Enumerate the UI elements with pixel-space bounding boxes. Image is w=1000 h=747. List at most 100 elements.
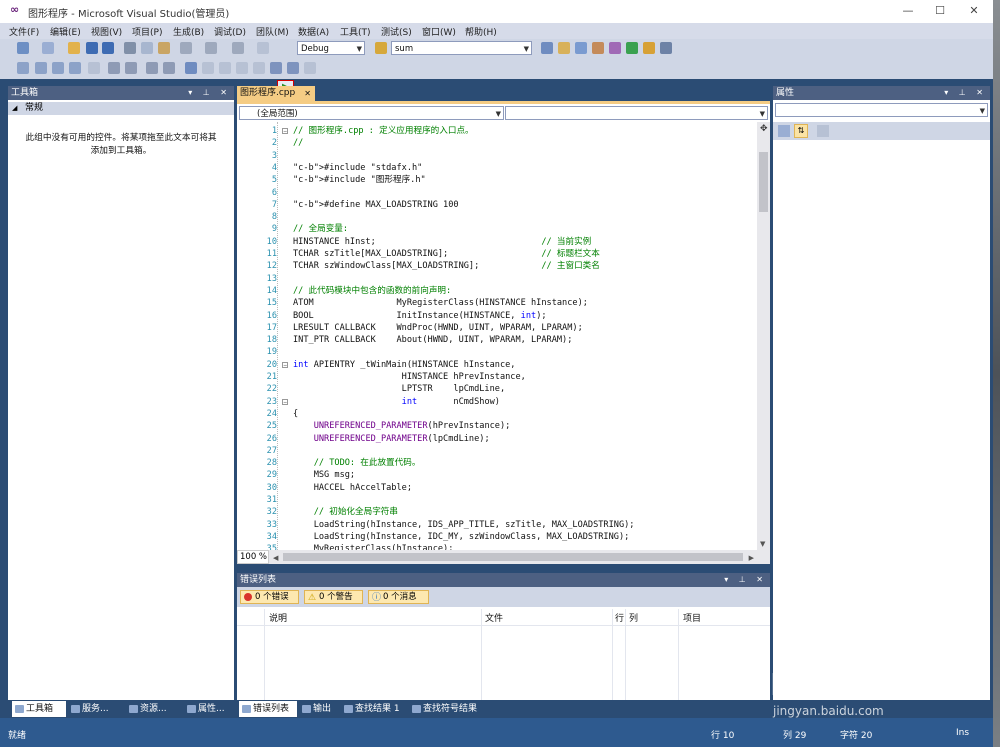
alphabetical-icon[interactable]: ⇅ <box>794 124 808 138</box>
code-text[interactable]: LoadString(hInstance, IDS_APP_TITLE, szT… <box>293 519 635 531</box>
comment-out-icon[interactable] <box>146 62 158 74</box>
code-text[interactable]: UNREFERENCED_PARAMETER(hPrevInstance); <box>293 420 511 432</box>
menu-build[interactable]: 生成(B) <box>173 25 204 38</box>
display-object-member-list-icon[interactable] <box>17 62 29 74</box>
extension-manager-icon[interactable] <box>643 42 655 54</box>
object-browser-icon[interactable] <box>575 42 587 54</box>
menu-edit[interactable]: 编辑(E) <box>50 25 81 38</box>
code-text[interactable]: "c-b">#include "图形程序.h" <box>293 174 426 186</box>
code-text[interactable]: ATOM MyRegisterClass(HINSTANCE hInstance… <box>293 297 588 309</box>
bookmark-window-icon[interactable] <box>287 62 299 74</box>
menu-project[interactable]: 项目(P) <box>132 25 162 38</box>
close-button[interactable]: ✕ <box>959 3 989 19</box>
code-text[interactable]: LRESULT CALLBACK WndProc(HWND, UINT, WPA… <box>293 322 583 334</box>
editor-horizontal-scrollbar[interactable]: 100 % ◀ ▶ <box>237 550 770 564</box>
warnings-filter-button[interactable]: ⚠ 0 个警告 <box>304 590 363 604</box>
panel-window-buttons[interactable]: ▾ ⊥ ✕ <box>724 573 767 587</box>
scroll-thumb[interactable] <box>759 152 768 212</box>
maximize-button[interactable]: ☐ <box>925 3 955 19</box>
scroll-down-icon[interactable]: ▼ <box>760 540 765 548</box>
errors-filter-button[interactable]: 0 个错误 <box>240 590 299 604</box>
solution-explorer-icon[interactable] <box>541 42 553 54</box>
add-item-icon[interactable] <box>42 42 54 54</box>
copy-icon[interactable] <box>141 42 153 54</box>
previous-bookmark-folder-icon[interactable] <box>236 62 248 74</box>
code-text[interactable]: TCHAR szTitle[MAX_LOADSTRING]; // 标题栏文本 <box>293 248 600 260</box>
find-combo[interactable]: sum ▼ <box>391 41 532 55</box>
code-text[interactable]: // <box>293 137 303 149</box>
code-text[interactable]: int nCmdShow) <box>293 396 500 408</box>
code-text[interactable]: INT_PTR CALLBACK About(HWND, UINT, WPARA… <box>293 334 572 346</box>
uncomment-icon[interactable] <box>163 62 175 74</box>
column-column[interactable]: 列 <box>629 611 638 624</box>
code-text[interactable]: HINSTANCE hPrevInstance, <box>293 371 526 383</box>
save-icon[interactable] <box>86 42 98 54</box>
menu-data[interactable]: 数据(A) <box>298 25 329 38</box>
fold-toggle-icon[interactable]: − <box>282 398 288 405</box>
display-word-completion-icon[interactable] <box>69 62 81 74</box>
properties-object-select[interactable]: ▼ <box>775 103 988 117</box>
menu-test[interactable]: 测试(S) <box>381 25 412 38</box>
menu-file[interactable]: 文件(F) <box>9 25 39 38</box>
code-text[interactable]: int APIENTRY _tWinMain(HINSTANCE hInstan… <box>293 359 516 371</box>
tab-resource-view[interactable]: 资源... <box>126 701 182 717</box>
menu-team[interactable]: 团队(M) <box>256 25 289 38</box>
menu-help[interactable]: 帮助(H) <box>465 25 497 38</box>
code-text[interactable]: MSG msg; <box>293 469 355 481</box>
code-text[interactable]: // 全局变量: <box>293 223 348 235</box>
display-quick-info-icon[interactable] <box>52 62 64 74</box>
code-text[interactable]: LPTSTR lpCmdLine, <box>293 383 506 395</box>
tab-error-list[interactable]: 错误列表 <box>239 701 297 717</box>
minimize-button[interactable]: — <box>893 3 923 19</box>
toolbox-icon[interactable] <box>592 42 604 54</box>
previous-bookmark-icon[interactable] <box>202 62 214 74</box>
categorized-icon[interactable] <box>778 125 790 137</box>
menu-tools[interactable]: 工具(T) <box>340 25 371 38</box>
menu-view[interactable]: 视图(V) <box>91 25 122 38</box>
solution-config-select[interactable]: Debug ▼ <box>297 41 365 55</box>
tab-editor-file[interactable]: 图形程序.cpp ✕ <box>237 86 315 101</box>
display-parameter-info-icon[interactable] <box>35 62 47 74</box>
tab-find-symbol-results[interactable]: 查找符号结果 <box>409 701 483 717</box>
toolbox-group-header[interactable]: ◢ 常规 <box>8 102 234 115</box>
messages-filter-button[interactable]: ⓘ 0 个消息 <box>368 590 429 604</box>
save-all-icon[interactable] <box>102 42 114 54</box>
decrease-indent-icon[interactable] <box>88 62 100 74</box>
editor-vertical-scrollbar[interactable]: ✥ ▼ <box>757 122 770 550</box>
code-text[interactable]: "c-b">#define MAX_LOADSTRING 100 <box>293 199 459 211</box>
outdent-icon[interactable] <box>125 62 137 74</box>
column-description[interactable]: 说明 <box>269 611 287 624</box>
code-text[interactable]: TCHAR szWindowClass[MAX_LOADSTRING]; // … <box>293 260 600 272</box>
clear-bookmarks-icon[interactable] <box>270 62 282 74</box>
increase-indent-icon[interactable] <box>108 62 120 74</box>
member-select[interactable]: ▼ <box>505 106 768 120</box>
tab-server-explorer[interactable]: 服务... <box>68 701 124 717</box>
class-view-icon[interactable] <box>609 42 621 54</box>
code-text[interactable]: // TODO: 在此放置代码。 <box>293 457 421 469</box>
tab-property-manager[interactable]: 属性... <box>184 701 234 717</box>
redo-icon[interactable] <box>205 42 217 54</box>
menu-debug[interactable]: 调试(D) <box>214 25 246 38</box>
hscroll-thumb[interactable] <box>283 553 743 561</box>
toolbar-options-icon[interactable] <box>304 62 316 74</box>
open-file-icon[interactable] <box>68 42 80 54</box>
code-text[interactable]: UNREFERENCED_PARAMETER(lpCmdLine); <box>293 433 490 445</box>
code-editor[interactable]: 1 // 图形程序.cpp : 定义应用程序的入口点。 2 // 3 4 "c-b">#in… <box>237 122 757 554</box>
fold-toggle-icon[interactable]: − <box>282 361 288 368</box>
code-text[interactable]: // 初始化全局字符串 <box>293 506 398 518</box>
command-window-icon[interactable] <box>660 42 672 54</box>
scroll-left-icon[interactable]: ◀ <box>273 554 278 562</box>
zoom-select[interactable]: 100 % <box>237 550 269 564</box>
code-text[interactable]: // 图形程序.cpp : 定义应用程序的入口点。 <box>293 125 474 137</box>
split-editor-icon[interactable]: ✥ <box>760 124 768 134</box>
code-text[interactable]: HINSTANCE hInst; // 当前实例 <box>293 236 591 248</box>
properties-window-icon[interactable] <box>558 42 570 54</box>
cut-icon[interactable] <box>124 42 136 54</box>
code-text[interactable]: // 此代码模块中包含的函数的前向声明: <box>293 285 451 297</box>
code-text[interactable]: { <box>293 408 298 420</box>
next-bookmark-folder-icon[interactable] <box>253 62 265 74</box>
toggle-bookmark-icon[interactable] <box>185 62 197 74</box>
code-text[interactable]: "c-b">#include "stdafx.h" <box>293 162 422 174</box>
menu-window[interactable]: 窗口(W) <box>422 25 456 38</box>
close-tab-icon[interactable]: ✕ <box>304 86 311 101</box>
